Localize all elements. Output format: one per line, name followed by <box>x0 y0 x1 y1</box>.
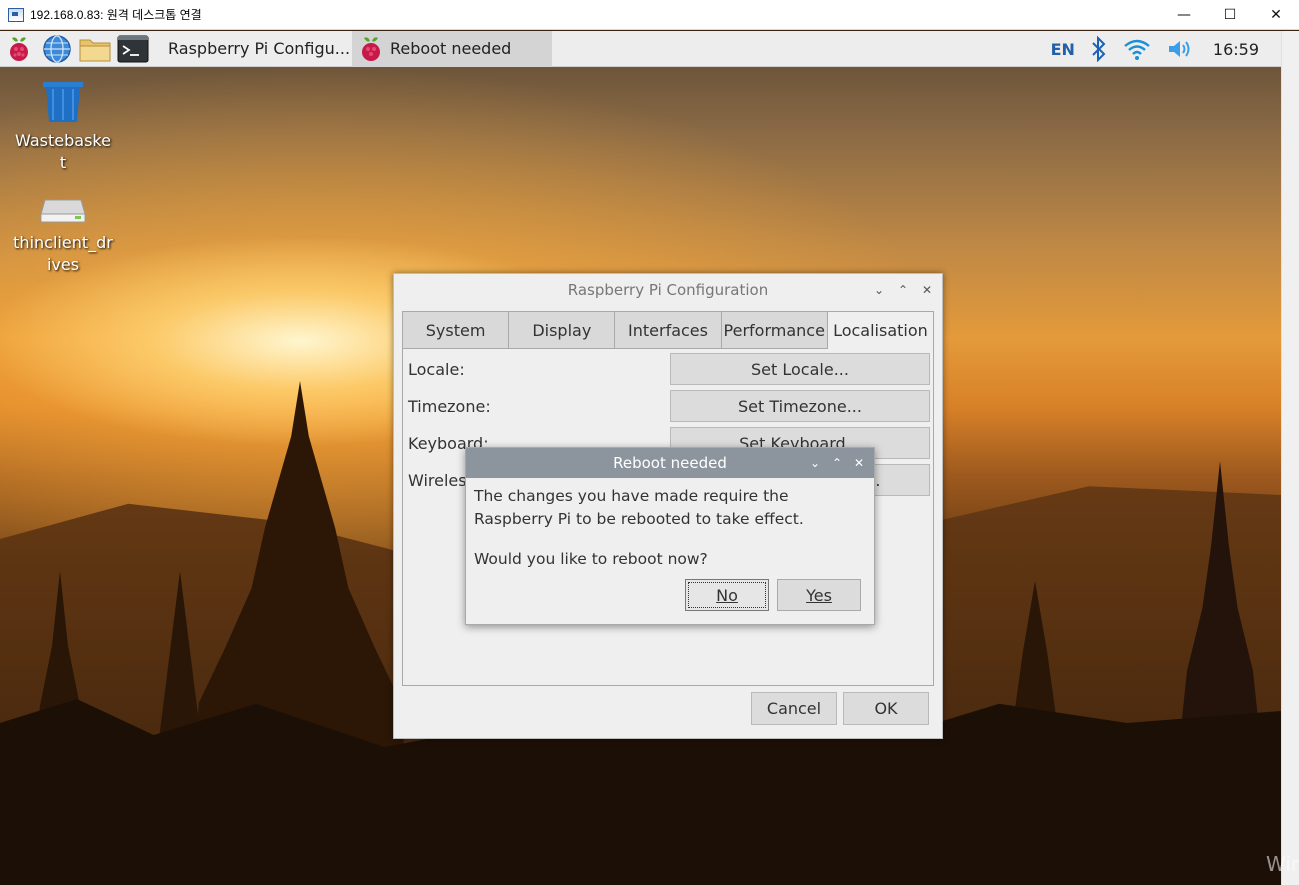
window-controls: ⌄ ⌃ ✕ <box>872 274 934 306</box>
desktop-icon-label: thinclient_drives <box>13 233 113 274</box>
wifi-button[interactable] <box>1115 31 1159 67</box>
set-locale-button[interactable]: Set Locale... <box>669 353 930 385</box>
close-button[interactable]: ✕ <box>1253 0 1299 30</box>
dialog-question: Would you like to reboot now? <box>474 550 708 568</box>
task-label: Reboot needed <box>390 39 512 58</box>
task-raspberry-pi-configuration[interactable]: Raspberry Pi Configu... <box>156 31 352 67</box>
folder-icon <box>79 39 111 61</box>
maximize-button[interactable]: ⌃ <box>830 456 844 470</box>
rdp-scrollbar[interactable] <box>1281 31 1299 885</box>
keyboard-layout-indicator[interactable]: EN <box>1043 31 1083 67</box>
clock[interactable]: 16:59 <box>1203 31 1281 67</box>
rdp-window-controls: — ☐ ✕ <box>1161 0 1299 30</box>
locale-label: Locale: <box>408 359 465 379</box>
yes-button[interactable]: Yes <box>777 579 861 611</box>
dialog-message: The changes you have made require the Ra… <box>474 487 804 528</box>
menu-button[interactable] <box>0 31 38 67</box>
dialog-title: Reboot needed <box>613 454 727 472</box>
window-title-bar[interactable]: Raspberry Pi Configuration ⌄ ⌃ ✕ <box>394 274 942 306</box>
remote-desktop-icon <box>8 7 24 22</box>
raspberry-icon <box>10 36 28 61</box>
drive-icon <box>40 199 86 223</box>
maximize-button[interactable]: ☐ <box>1207 0 1253 30</box>
ok-button[interactable]: OK <box>843 692 929 725</box>
reboot-needed-dialog: Reboot needed ⌄ ⌃ ✕ The changes you have… <box>465 447 875 625</box>
bluetooth-icon <box>1092 36 1106 62</box>
no-button-label: No <box>716 585 738 605</box>
desktop-icon-wastebasket[interactable]: Wastebasket <box>8 80 118 174</box>
set-timezone-button[interactable]: Set Timezone... <box>669 390 930 422</box>
timezone-row: Timezone: Set Timezone... <box>408 390 930 422</box>
tab-performance[interactable]: Performance <box>720 311 827 349</box>
volume-button[interactable] <box>1159 31 1203 67</box>
yes-button-label: Yes <box>806 585 832 605</box>
terminal-launcher[interactable] <box>114 31 152 67</box>
locale-row: Locale: Set Locale... <box>408 353 930 385</box>
desktop-icon-thinclient-drives[interactable]: thinclient_drives <box>8 196 118 276</box>
tab-interfaces[interactable]: Interfaces <box>614 311 721 349</box>
window-title: Raspberry Pi Configuration <box>567 281 769 299</box>
windows-activation-watermark: Win <box>1266 852 1299 876</box>
tab-bar: System Display Interfaces Performance Lo… <box>402 311 935 349</box>
dialog-title-bar[interactable]: Reboot needed ⌄ ⌃ ✕ <box>466 448 874 478</box>
wifi-icon <box>1124 39 1150 60</box>
close-button[interactable]: ✕ <box>852 456 866 470</box>
desktop-icon-label: Wastebasket <box>15 131 111 172</box>
timezone-label: Timezone: <box>408 396 491 416</box>
minimize-button[interactable]: ⌄ <box>808 456 822 470</box>
no-button[interactable]: No <box>685 579 769 611</box>
system-tray: EN 16:59 <box>1043 31 1281 67</box>
raspberry-icon <box>362 36 380 61</box>
globe-icon <box>43 34 71 63</box>
task-label: Raspberry Pi Configu... <box>168 39 351 58</box>
speaker-icon <box>1168 41 1190 57</box>
taskbar: Raspberry Pi Configu... Reboot needed EN <box>0 30 1281 67</box>
rdp-title-bar: 192.168.0.83: 원격 데스크톱 연결 — ☐ ✕ <box>0 0 1299 30</box>
wastebasket-icon <box>43 82 83 122</box>
file-manager-launcher[interactable] <box>76 31 114 67</box>
tab-localisation[interactable]: Localisation <box>826 311 935 349</box>
cancel-button[interactable]: Cancel <box>751 692 837 725</box>
dialog-buttons: No Yes <box>685 579 861 611</box>
tab-system[interactable]: System <box>402 311 509 349</box>
web-browser-launcher[interactable] <box>38 31 76 67</box>
dialog-window-controls: ⌄ ⌃ ✕ <box>808 448 866 478</box>
rdp-window-title: 192.168.0.83: 원격 데스크톱 연결 <box>30 8 202 22</box>
tab-display[interactable]: Display <box>508 311 615 349</box>
bluetooth-button[interactable] <box>1083 31 1115 67</box>
minimize-button[interactable]: — <box>1161 0 1207 30</box>
close-button[interactable]: ✕ <box>920 283 934 297</box>
terminal-icon <box>117 35 149 62</box>
task-reboot-needed[interactable]: Reboot needed <box>352 30 552 67</box>
maximize-button[interactable]: ⌃ <box>896 283 910 297</box>
minimize-button[interactable]: ⌄ <box>872 283 886 297</box>
dialog-footer: Cancel OK <box>751 692 929 725</box>
